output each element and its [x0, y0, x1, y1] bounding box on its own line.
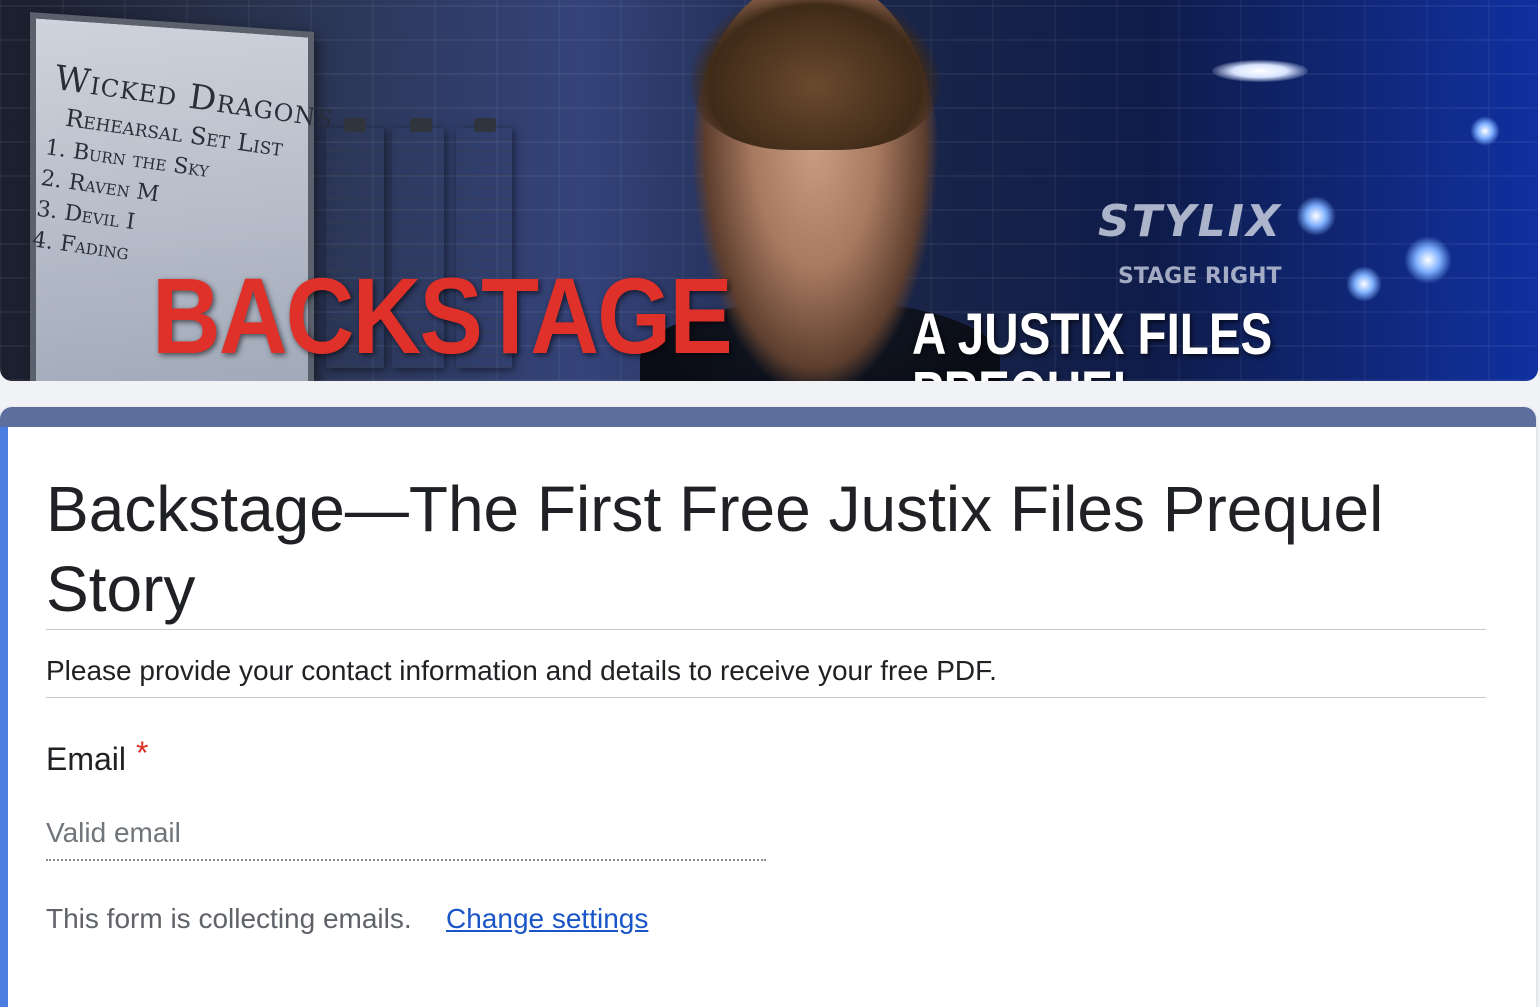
form-description: Please provide your contact information …	[46, 655, 997, 686]
banner-tagline: A JUSTIX FILES PREQUEL	[912, 302, 1273, 382]
stage-light	[1346, 266, 1382, 302]
required-asterisk: *	[136, 735, 149, 771]
header-banner-image: Wicked Dragons Rehearsal Set List 1. Bur…	[0, 0, 1538, 381]
stage-light	[1470, 116, 1500, 146]
stage-right-sign: STAGE RIGHT	[1118, 264, 1282, 289]
stage-light	[1296, 196, 1336, 236]
form-header-card: Backstage—The First Free Justix Files Pr…	[0, 407, 1536, 1007]
stylix-sign: STYLIX	[1098, 196, 1282, 247]
title-divider	[46, 629, 1486, 630]
collecting-emails-note: This form is collecting emails.	[46, 903, 412, 934]
man-hair	[690, 0, 940, 150]
card-top-accent-bar	[0, 407, 1536, 427]
email-question-label: Email *	[46, 735, 148, 778]
change-settings-link[interactable]: Change settings	[446, 903, 648, 935]
email-label-text: Email	[46, 741, 127, 777]
description-divider	[46, 697, 1486, 698]
stage-light	[1404, 236, 1452, 284]
ceiling-light	[1212, 60, 1308, 82]
card-left-accent-bar	[0, 427, 8, 1007]
banner-headline: BACKSTAGE	[152, 255, 733, 376]
form-title: Backstage—The First Free Justix Files Pr…	[46, 473, 1384, 625]
email-input[interactable]	[46, 807, 766, 861]
